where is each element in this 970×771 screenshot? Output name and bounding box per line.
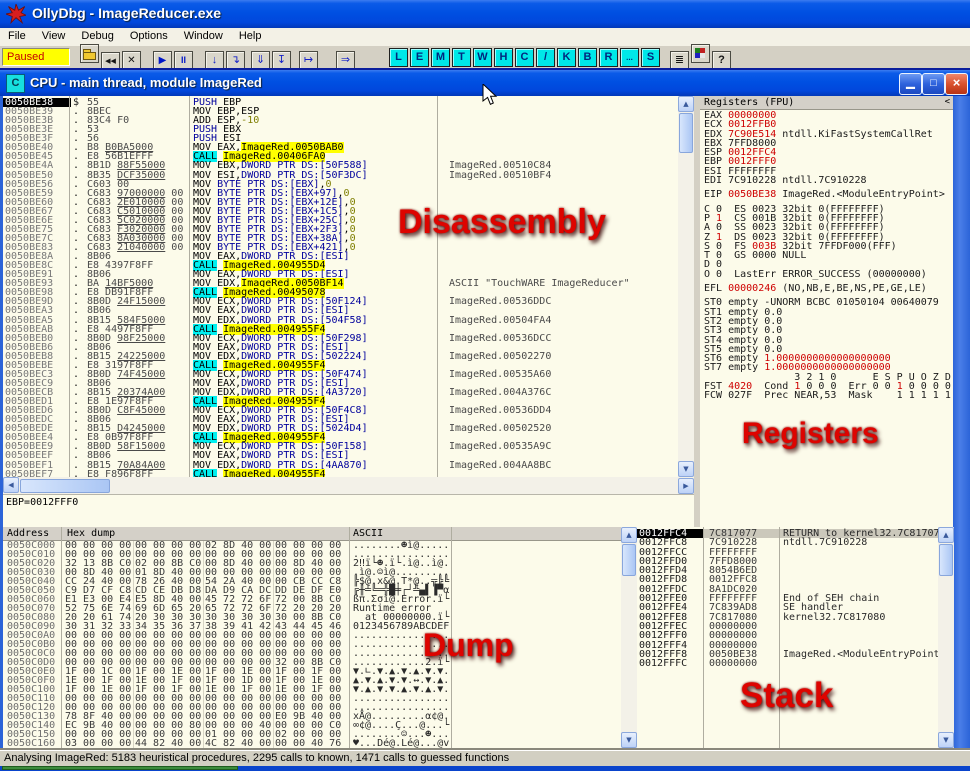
window-title: OllyDbg - ImageReducer.exe	[32, 5, 221, 21]
registers-pane[interactable]: Registers (FPU) < EAX 00000000ECX 0012FF…	[700, 96, 953, 527]
cpu-window-icon: C	[6, 74, 25, 93]
status-bar: Analysing ImageRed: 5183 heuristical pro…	[0, 750, 970, 766]
minimize-icon[interactable]: ▁	[899, 73, 922, 95]
collapse-icon[interactable]: <	[945, 97, 950, 107]
cpu-window-title: CPU - main thread, module ImageRed	[30, 75, 262, 90]
dump-col-address: Address	[7, 528, 49, 539]
scroll-left-icon[interactable]: ◀	[3, 477, 19, 493]
mouse-cursor	[482, 84, 498, 106]
info-line: EBP=0012FFF0	[6, 497, 78, 508]
dump-col-hex: Hex dump	[67, 528, 115, 539]
disasm-row[interactable]: 0050BE3B.83C4 F0ADD ESP,-10	[3, 116, 678, 125]
step-over-icon[interactable]: ↴	[226, 51, 245, 70]
toolbar: Paused ◀◀✕▶II↓↴⇓↧↦⇒ LEMTWHC/KBR...S ≣?	[0, 46, 970, 68]
toolbar-letter-k[interactable]: K	[557, 48, 576, 67]
register-line[interactable]: EIP 0050BE38 ImageRed.<ModuleEntryPoint>	[704, 190, 953, 199]
toolbar-letter-t[interactable]: T	[452, 48, 471, 67]
dump-col-ascii: ASCII	[353, 528, 383, 539]
register-line[interactable]: EDI 7C910228 ntdll.7C910228	[704, 176, 953, 185]
ollydbg-window: OllyDbg - ImageReducer.exe FileViewDebug…	[0, 0, 970, 771]
pause-icon[interactable]: II	[174, 51, 193, 70]
register-line[interactable]: O 0 LastErr ERROR_SUCCESS (00000000)	[704, 270, 953, 279]
toolbar-letter-c[interactable]: C	[515, 48, 534, 67]
menu-options[interactable]: Options	[122, 28, 176, 42]
window-border-right	[953, 96, 970, 748]
open-file-icon[interactable]	[80, 44, 99, 63]
stack-row[interactable]: 0012FFFC00000000	[637, 659, 938, 668]
menu-window[interactable]: Window	[176, 28, 231, 42]
status-text: Analysing ImageRed: 5183 heuristical pro…	[4, 752, 509, 764]
toolbar-letter-w[interactable]: W	[473, 48, 492, 67]
dump-vscrollbar[interactable]: ▲ ▼	[621, 527, 637, 748]
scroll-down-icon[interactable]: ▼	[938, 732, 954, 748]
goto-icon[interactable]: ⇒	[336, 51, 355, 70]
maximize-icon[interactable]: □	[922, 73, 945, 95]
disassembly-pane[interactable]: 0050BE38$55PUSH EBP0050BE39.8BECMOV EBP,…	[3, 96, 678, 477]
toolbar-letter-r[interactable]: R	[599, 48, 618, 67]
annotation-disassembly: Disassembly	[398, 203, 606, 242]
dump-header: Address Hex dump ASCII	[3, 527, 621, 541]
close-program-icon[interactable]: ✕	[122, 51, 141, 70]
toolbar-letter-slash[interactable]: /	[536, 48, 555, 67]
dump-pane[interactable]: Address Hex dump ASCII 0050C00000 00 00 …	[3, 527, 621, 748]
scroll-thumb[interactable]	[622, 544, 636, 576]
window-border-bottom	[0, 766, 970, 771]
toolbar-letter-l[interactable]: L	[389, 48, 408, 67]
annotation-registers: Registers	[742, 417, 879, 451]
scroll-thumb[interactable]	[679, 113, 693, 153]
disasm-row[interactable]: 0050BEF7.E8 F896F8FFCALL ImageRed.004955…	[3, 470, 678, 477]
scroll-down-icon[interactable]: ▼	[621, 732, 637, 748]
toolbar-letter-e[interactable]: E	[410, 48, 429, 67]
registers-header-label: Registers (FPU)	[704, 97, 794, 108]
toolbar-letter-dots[interactable]: ...	[620, 48, 639, 67]
stack-vscrollbar[interactable]: ▲ ▼	[938, 527, 954, 748]
analysis-progress-bar	[2, 766, 238, 770]
info-pane[interactable]: EBP=0012FFF0	[3, 494, 694, 527]
status-indicator: Paused	[2, 48, 70, 66]
toolbar-letter-h[interactable]: H	[494, 48, 513, 67]
register-line[interactable]: EFL 00000246 (NO,NB,E,BE,NS,PE,GE,LE)	[704, 284, 953, 293]
disassembly-vscrollbar[interactable]: ▲ ▼	[678, 96, 694, 477]
toolbar-letter-s[interactable]: S	[641, 48, 660, 67]
menu-file[interactable]: File	[0, 28, 34, 42]
scroll-up-icon[interactable]: ▲	[678, 96, 694, 112]
annotation-stack: Stack	[740, 676, 833, 716]
register-line[interactable]: T 0 GS 0000 NULL	[704, 251, 953, 260]
registers-header: Registers (FPU) <	[700, 96, 953, 110]
trace-into-icon[interactable]: ⇓	[251, 51, 270, 70]
menu-view[interactable]: View	[34, 28, 74, 42]
register-line[interactable]: FCW 027F Prec NEAR,53 Mask 1 1 1 1 1 1	[704, 391, 953, 400]
main-title-bar[interactable]: OllyDbg - ImageReducer.exe	[0, 0, 970, 28]
appearance-icon[interactable]	[691, 44, 710, 63]
toolbar-letter-b[interactable]: B	[578, 48, 597, 67]
scroll-thumb[interactable]	[20, 479, 110, 493]
scroll-thumb[interactable]	[939, 544, 953, 576]
trace-over-icon[interactable]: ↧	[272, 51, 291, 70]
scroll-right-icon[interactable]: ▶	[678, 478, 694, 494]
run-icon[interactable]: ▶	[153, 51, 172, 70]
annotation-dump: Dump	[423, 627, 514, 664]
scroll-up-icon[interactable]: ▲	[938, 527, 954, 543]
disasm-row[interactable]: 0050BE3E.53PUSH EBX	[3, 125, 678, 134]
ollydbg-app-icon	[6, 4, 26, 24]
dump-row[interactable]: 0050C16003 00 00 0044 82 40 004C 82 40 0…	[3, 739, 621, 748]
scroll-down-icon[interactable]: ▼	[678, 461, 694, 477]
scroll-up-icon[interactable]: ▲	[621, 527, 637, 543]
toolbar-letter-m[interactable]: M	[431, 48, 450, 67]
close-icon[interactable]: ×	[945, 73, 968, 95]
step-into-icon[interactable]: ↓	[205, 51, 224, 70]
until-return-icon[interactable]: ↦	[299, 51, 318, 70]
menu-debug[interactable]: Debug	[73, 28, 121, 42]
menu-help[interactable]: Help	[231, 28, 270, 42]
disassembly-hscrollbar[interactable]: ◀ ▶	[3, 477, 694, 494]
